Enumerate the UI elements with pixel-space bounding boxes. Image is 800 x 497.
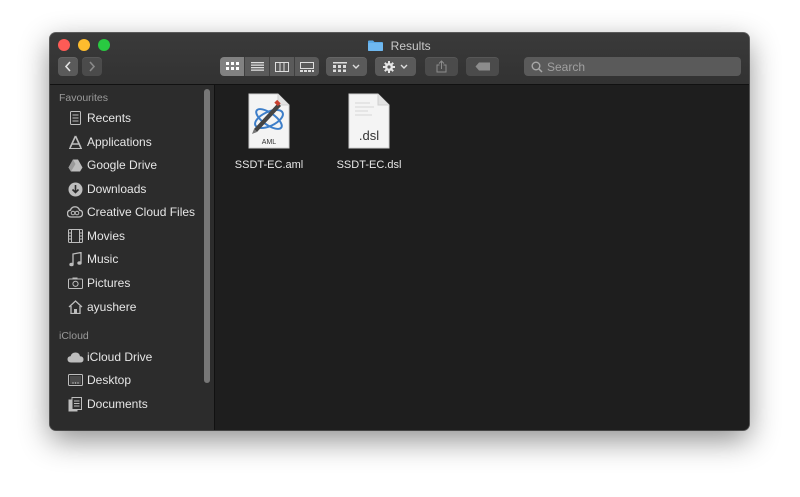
sidebar-item-pictures[interactable]: Pictures — [66, 273, 130, 293]
aml-file-icon: AML — [248, 93, 290, 149]
group-icon — [333, 61, 347, 72]
file-badge: .dsl — [359, 128, 379, 143]
dsl-file-icon: .dsl — [348, 93, 390, 149]
chevron-down-icon — [400, 64, 408, 69]
sidebar-item-label: iCloud Drive — [87, 350, 153, 364]
back-icon — [64, 61, 71, 72]
gallery-view-button[interactable] — [295, 57, 319, 76]
sidebar-item-label: Desktop — [87, 373, 132, 387]
column-view-button[interactable] — [270, 57, 295, 76]
sidebar: Favourites Recents Applications Google D… — [50, 85, 214, 430]
file-badge: AML — [262, 139, 277, 146]
search-placeholder: Search — [547, 59, 586, 74]
title-bar: Results Search — [50, 33, 749, 85]
movies-icon — [66, 227, 84, 245]
downloads-icon — [66, 180, 84, 198]
tags-button[interactable] — [466, 57, 499, 76]
chevron-down-icon — [352, 64, 360, 69]
google-drive-icon — [66, 156, 84, 174]
file-browser: AML SSDT-EC.aml .dsl SSDT-EC.dsl — [215, 85, 749, 430]
tag-icon — [475, 62, 490, 71]
sidebar-item-recents[interactable]: Recents — [66, 108, 131, 128]
creative-cloud-icon — [66, 203, 84, 221]
sidebar-item-label: Documents — [87, 397, 148, 411]
sidebar-item-label: ayushere — [87, 300, 137, 314]
sidebar-item-label: Creative Cloud Files — [87, 205, 196, 219]
sidebar-item-icloud-drive[interactable]: iCloud Drive — [66, 347, 152, 367]
sidebar-item-label: Movies — [87, 229, 126, 243]
folder-icon — [368, 40, 384, 52]
sidebar-item-label: Google Drive — [87, 158, 158, 172]
share-icon — [436, 60, 447, 73]
action-menu-button[interactable] — [375, 57, 416, 76]
sidebar-item-music[interactable]: Music — [66, 249, 118, 269]
documents-icon — [66, 395, 84, 413]
search-field[interactable]: Search — [524, 57, 741, 76]
sidebar-item-downloads[interactable]: Downloads — [66, 179, 146, 199]
sidebar-item-documents[interactable]: Documents — [66, 394, 148, 414]
view-mode-control — [220, 57, 319, 76]
forward-button[interactable] — [82, 57, 102, 76]
finder-window: Results Search Favourites Recents Applic… — [50, 33, 749, 430]
file-item[interactable]: .dsl SSDT-EC.dsl — [329, 93, 409, 171]
sidebar-heading-icloud: iCloud — [59, 330, 89, 342]
share-button[interactable] — [425, 57, 458, 76]
sidebar-item-label: Downloads — [87, 182, 147, 196]
sidebar-item-applications[interactable]: Applications — [66, 132, 152, 152]
sidebar-item-creative-cloud[interactable]: Creative Cloud Files — [66, 202, 195, 222]
icloud-icon — [66, 348, 84, 366]
window-title-text: Results — [390, 38, 431, 53]
sidebar-item-label: Pictures — [87, 276, 131, 290]
music-icon — [66, 250, 84, 268]
columns-icon — [275, 61, 289, 72]
back-button[interactable] — [58, 57, 78, 76]
sidebar-item-google-drive[interactable]: Google Drive — [66, 155, 157, 175]
sidebar-item-movies[interactable]: Movies — [66, 226, 125, 246]
gallery-icon — [300, 61, 314, 72]
list-view-button[interactable] — [245, 57, 270, 76]
group-by-button[interactable] — [326, 57, 367, 76]
icon-view-button[interactable] — [220, 57, 245, 76]
sidebar-item-label: Recents — [87, 111, 132, 125]
gear-icon — [383, 60, 395, 73]
applications-icon — [66, 133, 84, 151]
forward-icon — [89, 61, 96, 72]
sidebar-scrollbar[interactable] — [204, 89, 210, 383]
grid-icon — [225, 62, 239, 70]
sidebar-heading-favourites: Favourites — [59, 92, 109, 104]
pictures-icon — [66, 274, 84, 292]
window-title: Results — [50, 37, 749, 54]
file-name: SSDT-EC.dsl — [336, 159, 402, 171]
search-icon — [531, 61, 543, 73]
file-item[interactable]: AML SSDT-EC.aml — [229, 93, 309, 171]
sidebar-item-label: Applications — [87, 135, 152, 149]
recents-icon — [66, 109, 84, 127]
home-icon — [66, 298, 84, 316]
sidebar-item-label: Music — [87, 252, 119, 266]
sidebar-item-home[interactable]: ayushere — [66, 297, 136, 317]
desktop-icon — [66, 371, 84, 389]
list-icon — [250, 62, 264, 71]
sidebar-item-desktop[interactable]: Desktop — [66, 370, 131, 390]
file-name: SSDT-EC.aml — [234, 159, 304, 171]
